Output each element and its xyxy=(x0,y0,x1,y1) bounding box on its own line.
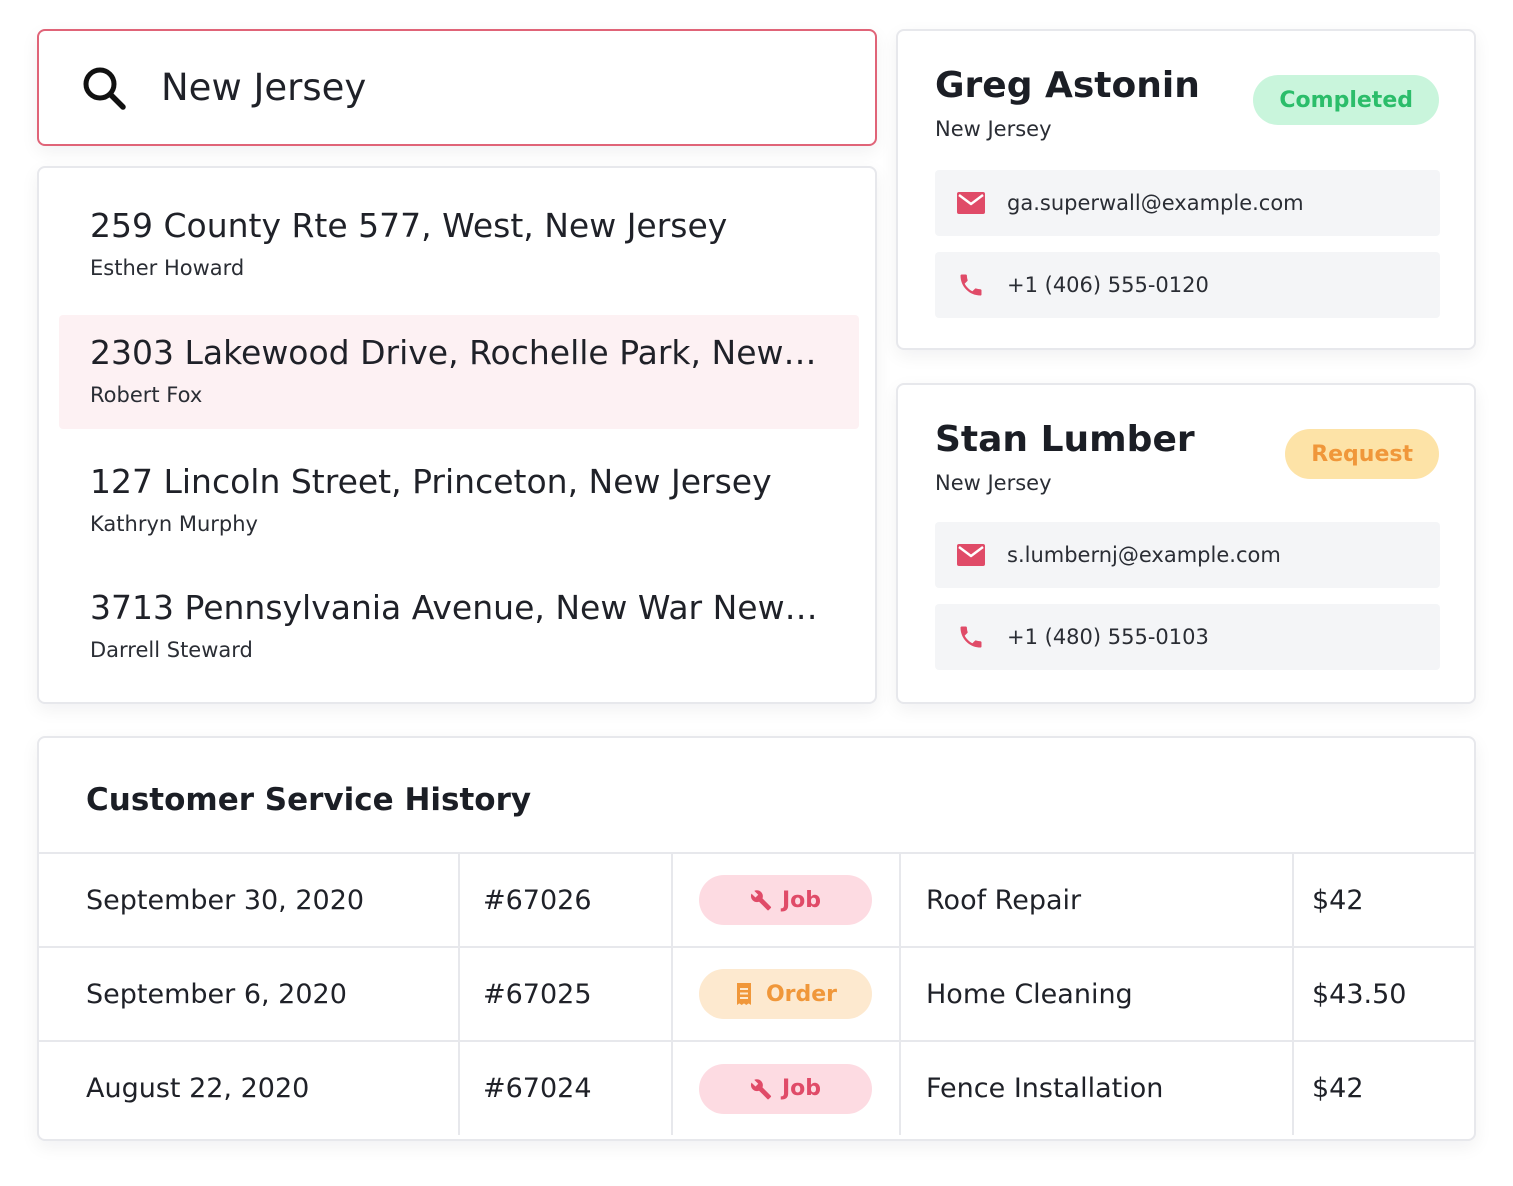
contact-name: Greg Astonin xyxy=(935,65,1200,106)
contact-email: s.lumbernj@example.com xyxy=(1007,543,1281,567)
result-owner: Esther Howard xyxy=(90,256,245,280)
result-address: 3713 Pennsylvania Avenue, New War New Je… xyxy=(90,588,825,627)
contact-email: ga.superwall@example.com xyxy=(1007,191,1304,215)
list-item[interactable]: 3713 Pennsylvania Avenue, New War New Je… xyxy=(59,570,859,684)
row-amount: $43.50 xyxy=(1292,946,1474,1041)
search-bar[interactable] xyxy=(37,29,877,146)
list-item[interactable]: 127 Lincoln Street, Princeton, New Jerse… xyxy=(59,444,859,558)
contact-phone: +1 (480) 555-0103 xyxy=(1007,625,1209,649)
type-label: Job xyxy=(781,887,822,913)
search-icon xyxy=(83,67,126,110)
table-row[interactable]: September 30, 2020 #67026 Job Roof Repai… xyxy=(39,852,1474,947)
row-date: September 30, 2020 xyxy=(39,852,459,947)
type-label: Job xyxy=(781,1076,822,1101)
row-service: Fence Installation xyxy=(899,1040,1293,1135)
contact-location: New Jersey xyxy=(935,117,1052,141)
phone-icon xyxy=(957,271,985,299)
list-item[interactable]: 259 County Rte 577, West, New Jersey Est… xyxy=(59,188,859,302)
contact-card: Stan Lumber New Jersey Request s.lumbern… xyxy=(896,383,1476,704)
contact-name: Stan Lumber xyxy=(935,419,1195,460)
wrench-icon xyxy=(750,889,772,911)
email-row[interactable]: ga.superwall@example.com xyxy=(935,170,1440,236)
type-badge: Order xyxy=(699,969,872,1019)
type-badge: Job xyxy=(699,1063,872,1114)
search-input[interactable] xyxy=(159,65,783,110)
result-owner: Robert Fox xyxy=(90,383,203,407)
row-service: Roof Repair xyxy=(899,852,1293,947)
mail-icon xyxy=(957,189,985,217)
contact-card: Greg Astonin New Jersey Completed ga.sup… xyxy=(896,29,1476,350)
row-amount: $42 xyxy=(1292,852,1474,947)
mail-icon xyxy=(957,541,985,569)
list-item[interactable]: 2303 Lakewood Drive, Rochelle Park, New … xyxy=(59,315,859,429)
row-date: August 22, 2020 xyxy=(39,1040,459,1135)
email-row[interactable]: s.lumbernj@example.com xyxy=(935,522,1440,588)
contact-location: New Jersey xyxy=(935,471,1052,495)
type-badge: Job xyxy=(699,875,872,925)
row-id: #67026 xyxy=(458,852,672,947)
result-owner: Kathryn Murphy xyxy=(90,512,258,536)
result-address: 127 Lincoln Street, Princeton, New Jerse… xyxy=(90,462,772,501)
service-history-table: September 30, 2020 #67026 Job Roof Repai… xyxy=(39,852,1474,1135)
receipt-icon xyxy=(734,983,756,1005)
row-service: Home Cleaning xyxy=(899,946,1293,1041)
row-amount: $42 xyxy=(1292,1040,1474,1135)
contact-phone: +1 (406) 555-0120 xyxy=(1007,273,1209,297)
phone-icon xyxy=(957,623,985,651)
row-date: September 6, 2020 xyxy=(39,946,459,1041)
table-row[interactable]: September 6, 2020 #67025 Order Home Clea… xyxy=(39,946,1474,1041)
table-row[interactable]: August 22, 2020 #67024 Job Fence Install… xyxy=(39,1040,1474,1135)
type-label: Order xyxy=(765,981,838,1007)
phone-row[interactable]: +1 (406) 555-0120 xyxy=(935,252,1440,318)
wrench-icon xyxy=(750,1078,772,1100)
result-address: 259 County Rte 577, West, New Jersey xyxy=(90,206,728,245)
row-id: #67025 xyxy=(458,946,672,1041)
result-address: 2303 Lakewood Drive, Rochelle Park, New … xyxy=(90,333,825,372)
section-title: Customer Service History xyxy=(86,782,532,818)
service-history-card: Customer Service History September 30, 2… xyxy=(37,736,1476,1141)
phone-row[interactable]: +1 (480) 555-0103 xyxy=(935,604,1440,670)
row-id: #67024 xyxy=(458,1040,672,1135)
search-results-list: 259 County Rte 577, West, New Jersey Est… xyxy=(37,166,877,704)
result-owner: Darrell Steward xyxy=(90,638,253,662)
status-badge: Request xyxy=(1285,429,1439,479)
status-badge: Completed xyxy=(1253,75,1439,125)
